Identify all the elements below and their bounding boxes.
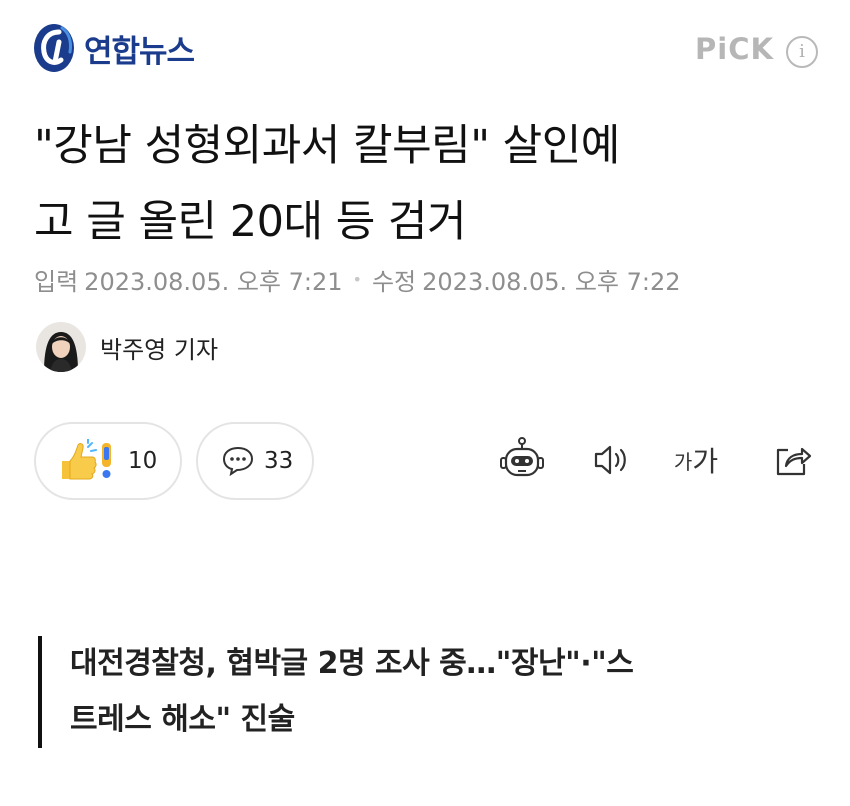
summary-button[interactable] [494,432,550,488]
listen-button[interactable] [582,432,638,488]
avatar [36,322,86,372]
article-subheadline: 대전경찰청, 협박글 2명 조사 중…"장난"·"스 트레스 해소" 진술 [38,636,778,748]
reporter-info[interactable]: 박주영 기자 [36,322,218,372]
brand-name: 연합뉴스 [84,33,195,70]
font-size-large-label: 가 [692,445,719,478]
font-size-button[interactable]: 가 가 [668,432,724,488]
share-icon [776,447,812,476]
comment-button[interactable]: 33 [196,422,314,500]
reporter-name: 박주영 기자 [100,335,219,364]
comment-icon [222,446,254,476]
pick-label[interactable]: PiCK [695,32,774,66]
info-icon[interactable]: i [786,36,818,68]
headline-line-1: "강남 성형외과서 칼부림" 살인예 [34,121,620,171]
headline-line-2: 고 글 올린 20대 등 검거 [34,197,467,247]
comment-count: 33 [264,448,294,474]
top-bar: 연합뉴스 PiCK i [0,0,850,100]
input-label: 입력 [34,268,79,296]
input-datetime: 2023.08.05. 오후 7:21 [84,268,343,296]
speaker-icon [594,445,626,475]
robot-summary-icon [500,437,544,477]
modified-label: 수정 [371,268,417,296]
article-headline: "강남 성형외과서 칼부림" 살인예 고 글 올린 20대 등 검거 [34,108,814,260]
subheadline-line-1: 대전경찰청, 협박글 2명 조사 중…"장난"·"스 [70,646,634,681]
article-dates: 입력 2023.08.05. 오후 7:21 • 수정 2023.08.05. … [34,262,681,297]
reaction-icon [62,439,111,480]
brand-logo[interactable]: 연합뉴스 [32,22,195,74]
date-separator: • [352,270,362,289]
share-button[interactable] [764,432,820,488]
yonhap-logo-icon [34,24,74,72]
subheadline-line-2: 트레스 해소" 진술 [70,702,295,737]
reaction-count: 10 [128,448,158,474]
font-size-small-label: 가 [673,449,693,474]
reaction-button[interactable]: 10 [34,422,182,500]
modified-datetime: 2023.08.05. 오후 7:22 [422,268,681,296]
